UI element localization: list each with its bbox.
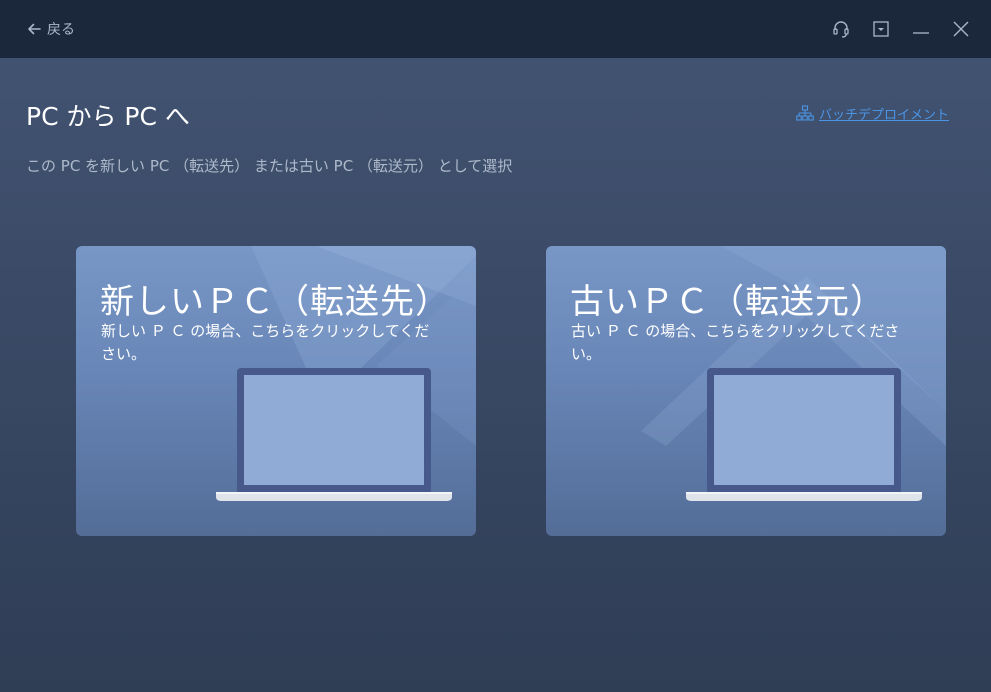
laptop-icon bbox=[216, 368, 452, 501]
arrow-left-icon bbox=[28, 23, 41, 35]
old-pc-card[interactable]: 古いＰＣ（転送元） 古い Ｐ Ｃ の場合、こちらをクリックしてください。 bbox=[546, 246, 946, 536]
app-window: 戻る PC から PC へ この PC を新しい PC （転送先） または古い … bbox=[0, 0, 991, 692]
menu-dropdown-button[interactable] bbox=[869, 17, 893, 41]
close-icon bbox=[953, 21, 969, 37]
page-title: PC から PC へ bbox=[26, 102, 190, 131]
support-button[interactable] bbox=[829, 17, 853, 41]
new-pc-description: 新しい Ｐ Ｃ の場合、こちらをクリックしてください。 bbox=[101, 322, 430, 363]
headset-icon bbox=[833, 21, 849, 38]
old-pc-title: 古いＰＣ（転送元） bbox=[570, 282, 885, 322]
minimize-button[interactable] bbox=[909, 17, 933, 41]
close-button[interactable] bbox=[949, 17, 973, 41]
new-pc-card[interactable]: 新しいＰＣ（転送先） 新しい Ｐ Ｃ の場合、こちらをクリックしてください。 bbox=[76, 246, 476, 536]
network-icon bbox=[796, 104, 814, 121]
batch-deployment-label: バッチデプロイメント bbox=[818, 108, 949, 123]
back-button[interactable]: 戻る bbox=[26, 17, 75, 41]
new-pc-title: 新しいＰＣ（転送先） bbox=[100, 282, 450, 322]
back-label: 戻る bbox=[47, 22, 75, 38]
laptop-icon bbox=[686, 368, 922, 501]
page-subtitle: この PC を新しい PC （転送先） または古い PC （転送元） として選択 bbox=[26, 157, 513, 175]
dropdown-icon bbox=[873, 21, 889, 37]
old-pc-description: 古い Ｐ Ｃ の場合、こちらをクリックしてください。 bbox=[571, 322, 900, 363]
title-bar: 戻る bbox=[0, 0, 991, 58]
minimize-icon bbox=[913, 32, 929, 34]
batch-deployment-link[interactable]: バッチデプロイメント bbox=[796, 104, 949, 123]
